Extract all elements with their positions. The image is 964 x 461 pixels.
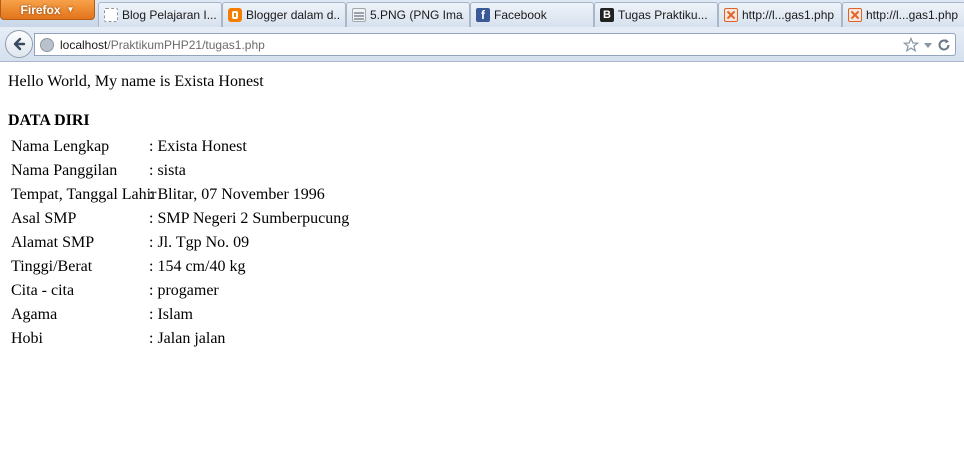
tab-blog-pelajaran[interactable]: Blog Pelajaran I...	[98, 2, 222, 27]
facebook-icon: f	[476, 8, 490, 22]
tab-label: 5.PNG (PNG Ima...	[370, 8, 464, 22]
history-dropdown-icon[interactable]	[923, 40, 933, 50]
row-label: Nama Lengkap	[11, 138, 110, 155]
tab-label: Tugas Praktiku...	[618, 8, 708, 22]
table-row: Agama : Islam	[11, 303, 349, 327]
row-value: : 154 cm/40 kg	[149, 258, 246, 275]
tab-facebook[interactable]: f Facebook	[470, 2, 594, 27]
tab-png-image[interactable]: 5.PNG (PNG Ima...	[346, 2, 470, 27]
tab-label: Blog Pelajaran I...	[122, 8, 216, 22]
row-label: Nama Panggilan	[11, 162, 118, 179]
tab-label: http://l...gas1.php	[742, 8, 835, 22]
row-label: Alamat SMP	[11, 234, 95, 251]
tab-strip: Blog Pelajaran I... Blogger dalam d... 5…	[98, 2, 964, 27]
xampp-icon	[848, 8, 862, 22]
row-value: : Jl. Tgp No. 09	[149, 234, 250, 251]
row-value: : SMP Negeri 2 Sumberpucung	[149, 210, 350, 227]
table-row: Nama Panggilan : sista	[11, 159, 349, 183]
row-value: : progamer	[149, 282, 219, 299]
row-value: : Exista Honest	[149, 138, 247, 155]
table-row: Tempat, Tanggal Lahir : Blitar, 07 Novem…	[11, 183, 349, 207]
blogger-b-icon: B	[600, 8, 614, 22]
row-label: Cita - cita	[11, 282, 75, 299]
back-arrow-icon	[13, 37, 26, 51]
page-content: Hello World, My name is Exista Honest DA…	[0, 63, 964, 461]
table-row: Hobi : Jalan jalan	[11, 327, 349, 351]
tab-label: http://l...gas1.php	[866, 8, 959, 22]
firefox-menu-label: Firefox	[20, 2, 61, 17]
row-label: Asal SMP	[11, 210, 77, 227]
reload-icon[interactable]	[937, 38, 951, 52]
back-button[interactable]	[5, 30, 33, 58]
table-row: Nama Lengkap : Exista Honest	[11, 135, 349, 159]
tab-label: Blogger dalam d...	[246, 8, 340, 22]
tab-localhost-1[interactable]: http://l...gas1.php	[718, 2, 842, 27]
image-file-icon	[352, 8, 366, 22]
dropdown-arrow-icon: ▼	[66, 5, 75, 14]
xampp-icon	[724, 8, 738, 22]
url-actions	[903, 36, 951, 54]
url-host: localhost	[60, 38, 108, 52]
row-value: : Jalan jalan	[149, 330, 226, 347]
table-row: Alamat SMP : Jl. Tgp No. 09	[11, 231, 349, 255]
blank-page-icon	[104, 8, 118, 22]
blogger-icon	[228, 8, 242, 22]
row-label: Tempat, Tanggal Lahir	[11, 186, 157, 203]
browser-titlebar: Firefox ▼ Blog Pelajaran I... Blogger da…	[0, 0, 964, 27]
table-row: Asal SMP : SMP Negeri 2 Sumberpucung	[11, 207, 349, 231]
row-label: Agama	[11, 306, 58, 323]
table-row: Cita - cita : progamer	[11, 279, 349, 303]
table-row: Tinggi/Berat : 154 cm/40 kg	[11, 255, 349, 279]
greeting-text: Hello World, My name is Exista Honest	[8, 73, 264, 90]
tab-blogger[interactable]: Blogger dalam d...	[222, 2, 346, 27]
firefox-menu-button[interactable]: Firefox ▼	[0, 0, 95, 20]
row-value: : Islam	[149, 306, 193, 323]
row-label: Hobi	[11, 330, 43, 347]
tab-label: Facebook	[494, 8, 547, 22]
globe-icon	[40, 38, 54, 52]
section-title: DATA DIRI	[8, 112, 90, 129]
data-diri-table: Nama Lengkap : Exista Honest Nama Panggi…	[11, 135, 349, 351]
row-value: : Blitar, 07 November 1996	[149, 186, 325, 203]
url-text[interactable]: localhost/PraktikumPHP21/tugas1.php	[60, 38, 265, 52]
url-path: /PraktikumPHP21/tugas1.php	[107, 38, 265, 52]
navigation-bar: localhost/PraktikumPHP21/tugas1.php	[0, 27, 964, 62]
tab-tugas-praktikum[interactable]: B Tugas Praktiku...	[594, 2, 718, 27]
tab-localhost-2[interactable]: http://l...gas1.php	[842, 2, 964, 27]
address-bar[interactable]: localhost/PraktikumPHP21/tugas1.php	[34, 33, 956, 56]
row-value: : sista	[149, 162, 186, 179]
row-label: Tinggi/Berat	[11, 258, 93, 275]
bookmark-star-icon[interactable]	[903, 37, 919, 53]
